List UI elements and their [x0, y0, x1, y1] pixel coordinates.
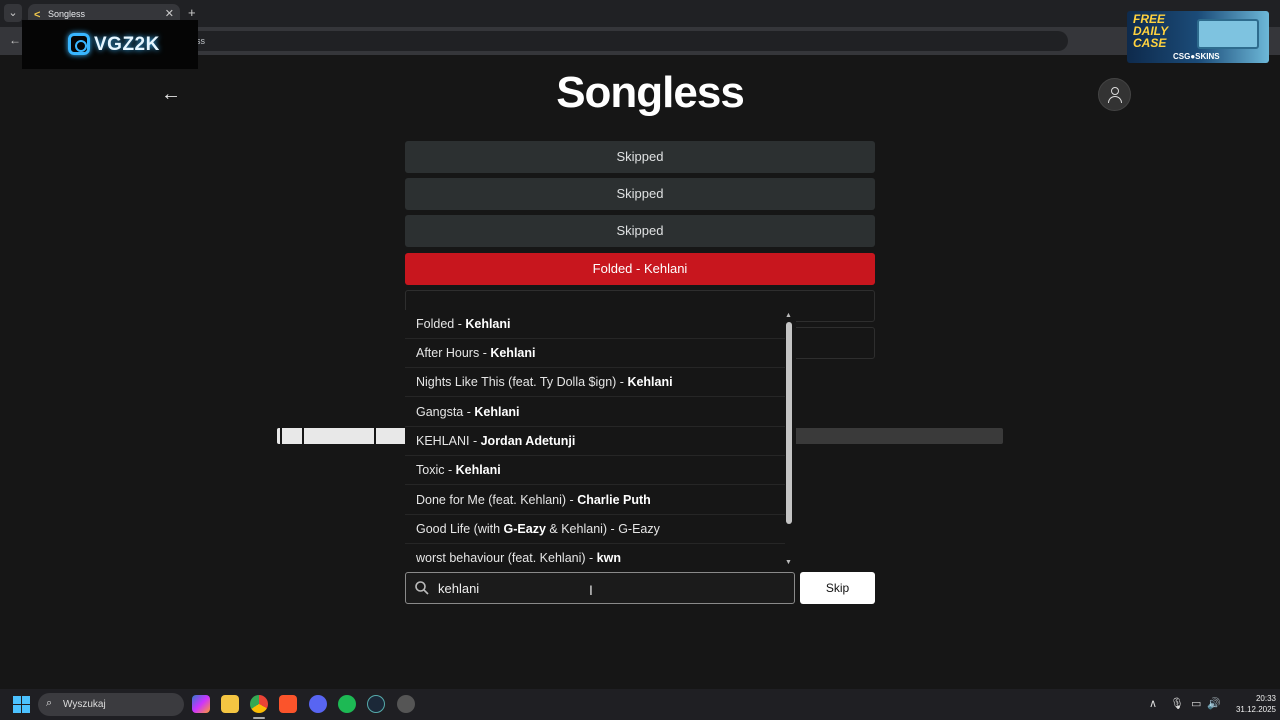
- suggestion-artist: Kehlani: [474, 405, 520, 419]
- suggestion-title: After Hours: [416, 346, 480, 360]
- browser-back-icon[interactable]: ←: [9, 33, 21, 47]
- search-icon: [415, 581, 429, 595]
- suggestion-separator: -: [585, 551, 597, 565]
- suggestion-title: Toxic: [416, 463, 445, 477]
- network-icon[interactable]: ▭: [1191, 697, 1201, 710]
- clock-date: 31.12.2025: [1235, 705, 1276, 714]
- suggestion-item[interactable]: Nights Like This (feat. Ty Dolla $ign) -…: [405, 368, 785, 397]
- song-search-input[interactable]: [438, 578, 778, 598]
- search-suggestions-dropdown: Folded - Kehlani After Hours - Kehlani N…: [405, 310, 796, 566]
- taskbar-search-label: Wyszukaj: [63, 699, 106, 710]
- tab-close-icon[interactable]: ✕: [165, 7, 174, 20]
- suggestion-item[interactable]: Good Life (with G-Eazy & Kehlani) - G-Ea…: [405, 515, 785, 544]
- suggestion-item[interactable]: Folded - Kehlani: [405, 310, 785, 339]
- instagram-icon: [68, 33, 90, 55]
- suggestion-item[interactable]: KEHLANI - Jordan Adetunji: [405, 427, 785, 456]
- tray-chevron-icon[interactable]: ∧: [1149, 697, 1157, 710]
- page-logo: Songless: [556, 68, 745, 117]
- audio-progress-fill: [277, 428, 408, 444]
- settings-icon[interactable]: [397, 695, 415, 713]
- suggestion-title-rest: & Kehlani) - G-Eazy: [545, 522, 660, 536]
- microphone-icon[interactable]: 🎙: [1170, 697, 1184, 710]
- guess-slot-1: Skipped: [405, 141, 875, 173]
- suggestion-item[interactable]: Done for Me (feat. Kehlani) - Charlie Pu…: [405, 486, 785, 515]
- suggestion-separator: -: [454, 317, 466, 331]
- suggestion-item[interactable]: After Hours - Kehlani: [405, 339, 785, 368]
- clock-time: 20:33: [1255, 694, 1276, 703]
- song-search-box[interactable]: [405, 572, 795, 604]
- suggestion-title: worst behaviour (feat. Kehlani): [416, 551, 586, 565]
- spotify-icon[interactable]: [338, 695, 356, 713]
- suggestion-artist: Kehlani: [627, 375, 673, 389]
- suggestion-separator: -: [463, 405, 475, 419]
- text-cursor-icon: I: [589, 582, 593, 598]
- chrome-icon[interactable]: [250, 695, 268, 713]
- suggestion-artist: Jordan Adetunji: [480, 434, 576, 448]
- guess-slot-answer: Folded - Kehlani: [405, 253, 875, 285]
- file-explorer-icon[interactable]: [221, 695, 239, 713]
- suggestion-artist: kwn: [596, 551, 621, 565]
- discord-icon[interactable]: [309, 695, 327, 713]
- suggestion-title: Done for Me (feat. Kehlani): [416, 493, 567, 507]
- suggestion-separator: -: [479, 346, 491, 360]
- scrollbar-thumb[interactable]: [786, 322, 792, 524]
- suggestion-artist: Kehlani: [455, 463, 501, 477]
- streamer-logo-overlay: VGZ2K: [22, 20, 198, 69]
- suggestion-separator: -: [566, 493, 578, 507]
- windows-taskbar: ⌕ Wyszukaj ∧ 🎙 ▭ 🔊 20:33 31.12.2025: [0, 689, 1280, 720]
- suggestion-title: Folded: [416, 317, 455, 331]
- suggestion-title: Good Life (with: [416, 522, 504, 536]
- tab-search-chevron-icon[interactable]: ⌄: [4, 4, 22, 22]
- skip-button[interactable]: Skip: [800, 572, 875, 604]
- active-app-indicator: [253, 717, 265, 719]
- new-tab-icon[interactable]: +: [188, 5, 196, 20]
- user-icon: [1111, 87, 1119, 95]
- case-image: [1197, 19, 1259, 49]
- suggestion-title: Gangsta: [416, 405, 464, 419]
- guess-slot-2: Skipped: [405, 178, 875, 210]
- suggestion-artist: Kehlani: [465, 317, 511, 331]
- scroll-up-arrow-icon[interactable]: ▲: [785, 312, 792, 319]
- copilot-icon[interactable]: [192, 695, 210, 713]
- ad-banner[interactable]: FREE DAILY CASE CSG●SKINS: [1127, 11, 1269, 63]
- ad-headline: FREE DAILY CASE: [1133, 12, 1168, 50]
- taskbar-clock[interactable]: 20:33 31.12.2025: [1224, 693, 1276, 715]
- streamer-name: VGZ2K: [94, 34, 160, 55]
- suggestion-item[interactable]: Gangsta - Kehlani: [405, 398, 785, 427]
- windows-start-icon[interactable]: [13, 696, 30, 713]
- user-account-button[interactable]: [1098, 78, 1131, 111]
- suggestion-artist: Kehlani: [490, 346, 536, 360]
- suggestion-title: Nights Like This (feat. Ty Dolla $ign): [416, 375, 617, 389]
- dropdown-scrollbar[interactable]: ▲ ▼: [785, 312, 793, 566]
- search-icon: ⌕: [46, 697, 53, 709]
- suggestion-title: KEHLANI: [416, 434, 470, 448]
- taskbar-search-box[interactable]: ⌕ Wyszukaj: [38, 693, 184, 716]
- back-arrow-icon[interactable]: ←: [161, 84, 181, 104]
- suggestion-item[interactable]: worst behaviour (feat. Kehlani) - kwn: [405, 544, 785, 566]
- suggestion-artist: Charlie Puth: [577, 493, 651, 507]
- suggestion-separator: -: [616, 375, 628, 389]
- brave-icon[interactable]: [279, 695, 297, 713]
- progress-segment-divider: [280, 428, 282, 444]
- user-icon-body: [1108, 96, 1122, 103]
- volume-icon[interactable]: 🔊: [1207, 697, 1221, 710]
- steam-icon[interactable]: [367, 695, 385, 713]
- scroll-down-arrow-icon[interactable]: ▼: [785, 559, 792, 566]
- suggestion-separator: -: [444, 463, 456, 477]
- tab-title: Songless: [48, 9, 86, 19]
- progress-segment-divider: [302, 428, 304, 444]
- suggestion-item[interactable]: Toxic - Kehlani: [405, 456, 785, 485]
- ad-brand: CSG●SKINS: [1173, 52, 1220, 61]
- guess-slot-3: Skipped: [405, 215, 875, 247]
- suggestion-artist: G-Eazy: [503, 522, 546, 536]
- suggestion-separator: -: [469, 434, 481, 448]
- progress-segment-divider: [374, 428, 376, 444]
